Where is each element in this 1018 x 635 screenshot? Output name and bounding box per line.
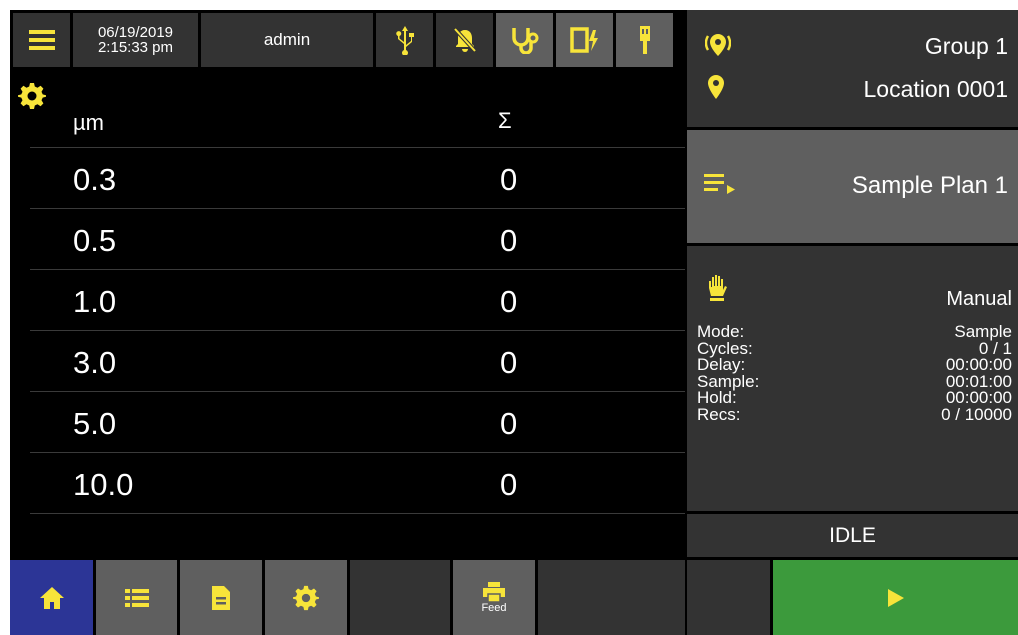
particle-size: 3.0 <box>73 345 117 380</box>
action-empty-slot <box>687 560 770 635</box>
stethoscope-icon <box>511 28 538 54</box>
hand-icon <box>709 275 727 301</box>
table-row: 10.0 0 <box>30 452 685 512</box>
nav-settings-button[interactable] <box>265 560 347 635</box>
sample-info-list: Mode: Sample Cycles: 0 / 1 Delay: 00:00:… <box>697 323 1012 424</box>
location-name: Location 0001 <box>863 76 1008 102</box>
table-row: 3.0 0 <box>30 330 685 390</box>
time-text: 2:15:33 pm <box>97 39 174 56</box>
gear-icon <box>18 83 46 109</box>
user-button[interactable]: admin <box>201 13 373 67</box>
particle-count: 0 <box>500 223 518 258</box>
particle-count: 0 <box>500 284 518 319</box>
battery-charging-icon <box>569 27 598 53</box>
start-button[interactable] <box>773 560 1018 635</box>
table-settings-button[interactable] <box>18 82 46 115</box>
table-row: 5.0 0 <box>30 391 685 451</box>
playlist-icon <box>704 174 735 194</box>
battery-button[interactable] <box>556 13 613 67</box>
particle-count: 0 <box>500 162 518 197</box>
nav-report-button[interactable] <box>180 560 262 635</box>
particle-count: 0 <box>500 406 518 441</box>
table-divider <box>30 513 685 514</box>
top-bar: 06/19/2019 2:15:33 pm admin <box>10 10 685 70</box>
play-icon <box>887 588 904 607</box>
location-group-icon <box>705 34 731 56</box>
sample-info-panel[interactable]: Manual Mode: Sample Cycles: 0 / 1 Delay:… <box>687 246 1018 511</box>
table-row: 0.3 0 <box>30 147 685 207</box>
screen: 06/19/2019 2:15:33 pm admin µm Σ 0.3 0 0… <box>10 10 1018 635</box>
feed-label: Feed <box>481 601 507 614</box>
printer-icon <box>483 581 505 602</box>
user-name: admin <box>263 30 311 49</box>
document-icon <box>212 585 230 610</box>
diagnostics-button[interactable] <box>496 13 553 67</box>
location-pin-icon <box>708 75 724 99</box>
sample-plan-button[interactable]: Sample Plan 1 <box>687 130 1018 243</box>
probe-button[interactable] <box>616 13 673 67</box>
size-column-header: µm <box>73 110 105 135</box>
printer-feed-button[interactable]: Feed <box>453 560 535 635</box>
nav-empty-slot <box>350 560 450 635</box>
menu-icon <box>28 30 55 50</box>
bell-off-icon <box>453 27 476 53</box>
info-value: 0 / 10000 <box>941 404 1012 424</box>
usb-button[interactable] <box>376 13 433 67</box>
gear-icon <box>293 585 319 610</box>
datetime-display[interactable]: 06/19/2019 2:15:33 pm <box>73 13 198 67</box>
nav-empty-slot <box>538 560 685 635</box>
table-row: 1.0 0 <box>30 269 685 329</box>
particle-size: 5.0 <box>73 406 117 441</box>
home-icon <box>39 586 64 609</box>
particle-count: 0 <box>500 345 518 380</box>
particle-size: 0.3 <box>73 162 117 197</box>
location-panel[interactable]: Group 1 Location 0001 <box>687 10 1018 127</box>
nav-home-button[interactable] <box>10 560 93 635</box>
date-text: 06/19/2019 <box>97 24 174 41</box>
alarm-button[interactable] <box>436 13 493 67</box>
sum-column-header: Σ <box>498 108 512 133</box>
table-row: 0.5 0 <box>30 208 685 268</box>
group-name: Group 1 <box>924 33 1008 59</box>
menu-button[interactable] <box>13 13 70 67</box>
list-icon <box>124 588 149 607</box>
mode-type: Manual <box>946 288 1012 310</box>
particle-count: 0 <box>500 467 518 502</box>
sample-plan-name: Sample Plan 1 <box>851 172 1008 199</box>
status-bar: IDLE <box>687 514 1018 557</box>
particle-size: 1.0 <box>73 284 117 319</box>
status-text: IDLE <box>829 523 876 547</box>
usb-icon <box>395 26 414 55</box>
info-row-recs: Recs: 0 / 10000 <box>697 404 1012 424</box>
probe-icon <box>639 26 650 54</box>
nav-data-button[interactable] <box>96 560 177 635</box>
info-label: Recs: <box>697 404 741 424</box>
particle-size: 10.0 <box>73 467 134 502</box>
particle-size: 0.5 <box>73 223 117 258</box>
